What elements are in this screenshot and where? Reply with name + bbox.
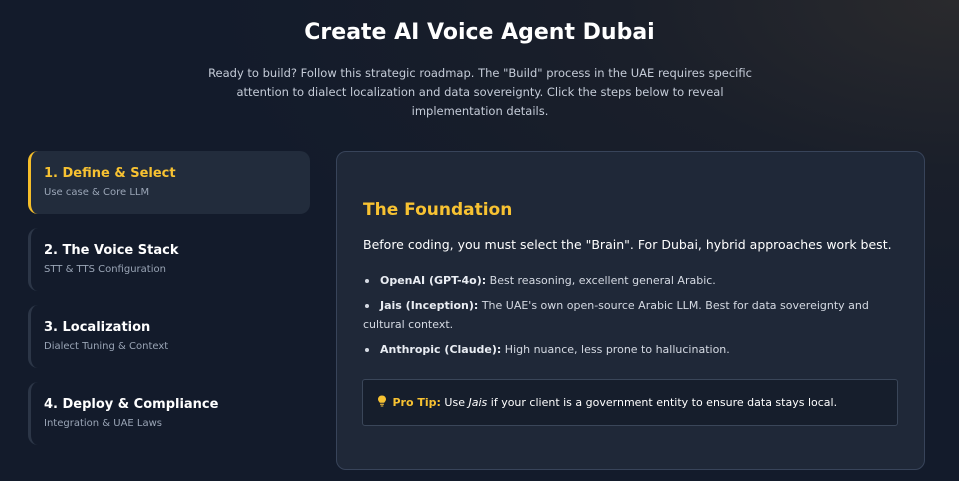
bullet-label: Jais (Inception): [380,298,479,312]
intro-text: Ready to build? Follow this strategic ro… [208,66,752,118]
llm-options-list: OpenAI (GPT-4o): Best reasoning, excelle… [363,271,903,364]
panel-heading: The Foundation [363,200,513,220]
panel-lead: Before coding, you must select the "Brai… [363,237,892,252]
bullet-label: Anthropic (Claude): [380,342,502,356]
step-voice-stack[interactable]: 2. The Voice Stack STT & TTS Configurati… [28,228,310,291]
step-subtitle: Dialect Tuning & Context [44,341,169,352]
step-title: 3. Localization [44,320,151,335]
step-subtitle: STT & TTS Configuration [44,264,166,275]
page-title: Create AI Voice Agent Dubai [304,20,655,45]
page: Create AI Voice Agent Dubai Ready to bui… [0,0,959,481]
bullet-text: The UAE's own open-source Arabic LLM. Be… [481,298,869,312]
steps-nav: 1. Define & Select Use case & Core LLM 2… [28,151,310,459]
pro-tip-text-after: if your client is a government entity to… [490,396,838,409]
step-title: 2. The Voice Stack [44,243,179,258]
list-item: OpenAI (GPT-4o): Best reasoning, excelle… [363,271,903,291]
list-item: Jais (Inception): The UAE's own open-sou… [363,296,903,335]
pro-tip-text-before: Use [444,396,465,409]
step-detail-panel: The Foundation Before coding, you must s… [336,151,925,470]
step-subtitle: Use case & Core LLM [44,187,150,198]
step-title: 4. Deploy & Compliance [44,397,219,412]
lightbulb-icon [377,395,391,409]
step-deploy-compliance[interactable]: 4. Deploy & Compliance Integration & UAE… [28,382,310,445]
step-define-select[interactable]: 1. Define & Select Use case & Core LLM [28,151,310,214]
bullet-dot [365,303,369,308]
bullet-text: Best reasoning, excellent general Arabic… [489,274,716,287]
pro-tip-label: Pro Tip: [392,396,441,409]
step-localization[interactable]: 3. Localization Dialect Tuning & Context [28,305,310,368]
bullet-dot [365,279,369,283]
pro-tip-box: Pro Tip: Use Jais if your client is a go… [362,379,898,426]
pro-tip-emphasis: Jais [468,396,488,409]
bullet-dot [365,347,369,352]
step-subtitle: Integration & UAE Laws [44,418,163,429]
list-item: Anthropic (Claude): High nuance, less pr… [363,340,903,360]
step-title: 1. Define & Select [44,166,176,181]
bullet-label: OpenAI (GPT-4o): [380,274,487,287]
bullet-text: High nuance, less prone to hallucination… [504,342,730,356]
bullet-text-continued: cultural context. [363,318,454,331]
